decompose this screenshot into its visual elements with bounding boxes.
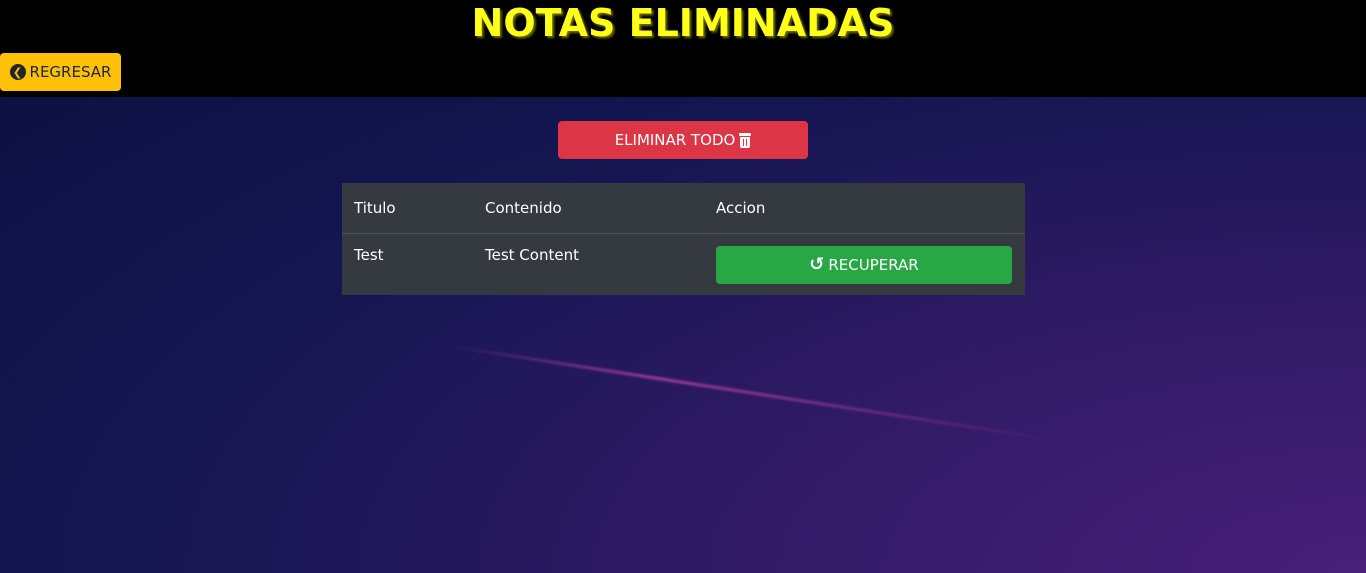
note-action-cell: ↺ RECUPERAR bbox=[704, 233, 1025, 295]
note-title-cell: Test bbox=[354, 245, 384, 264]
back-button-label: REGRESAR bbox=[29, 63, 112, 81]
table-row: Test Test Content ↺ RECUPERAR bbox=[342, 233, 1025, 295]
background-light-streak bbox=[444, 344, 1058, 442]
column-header-title: Titulo bbox=[342, 183, 473, 234]
arrow-circle-left-icon: ❮ bbox=[9, 64, 26, 80]
page-title: NOTAS ELIMINADAS bbox=[471, 1, 895, 45]
trash-icon bbox=[739, 132, 752, 148]
header-bar: NOTAS ELIMINADAS ❮ REGRESAR bbox=[0, 0, 1366, 97]
undo-icon: ↺ bbox=[809, 253, 825, 275]
recover-button-label: RECUPERAR bbox=[828, 255, 919, 274]
delete-all-button[interactable]: ELIMINAR TODO bbox=[558, 121, 808, 159]
recover-button[interactable]: ↺ RECUPERAR bbox=[716, 245, 1012, 284]
table-header-row: Titulo Contenido Accion bbox=[342, 183, 1025, 234]
note-content-cell: Test Content bbox=[485, 245, 579, 264]
column-header-content: Contenido bbox=[473, 183, 704, 234]
deleted-notes-table: Titulo Contenido Accion Test Test Conten… bbox=[342, 183, 1025, 295]
back-button[interactable]: ❮ REGRESAR bbox=[0, 53, 121, 91]
delete-all-label: ELIMINAR TODO bbox=[614, 131, 736, 149]
column-header-action: Accion bbox=[704, 183, 1025, 234]
